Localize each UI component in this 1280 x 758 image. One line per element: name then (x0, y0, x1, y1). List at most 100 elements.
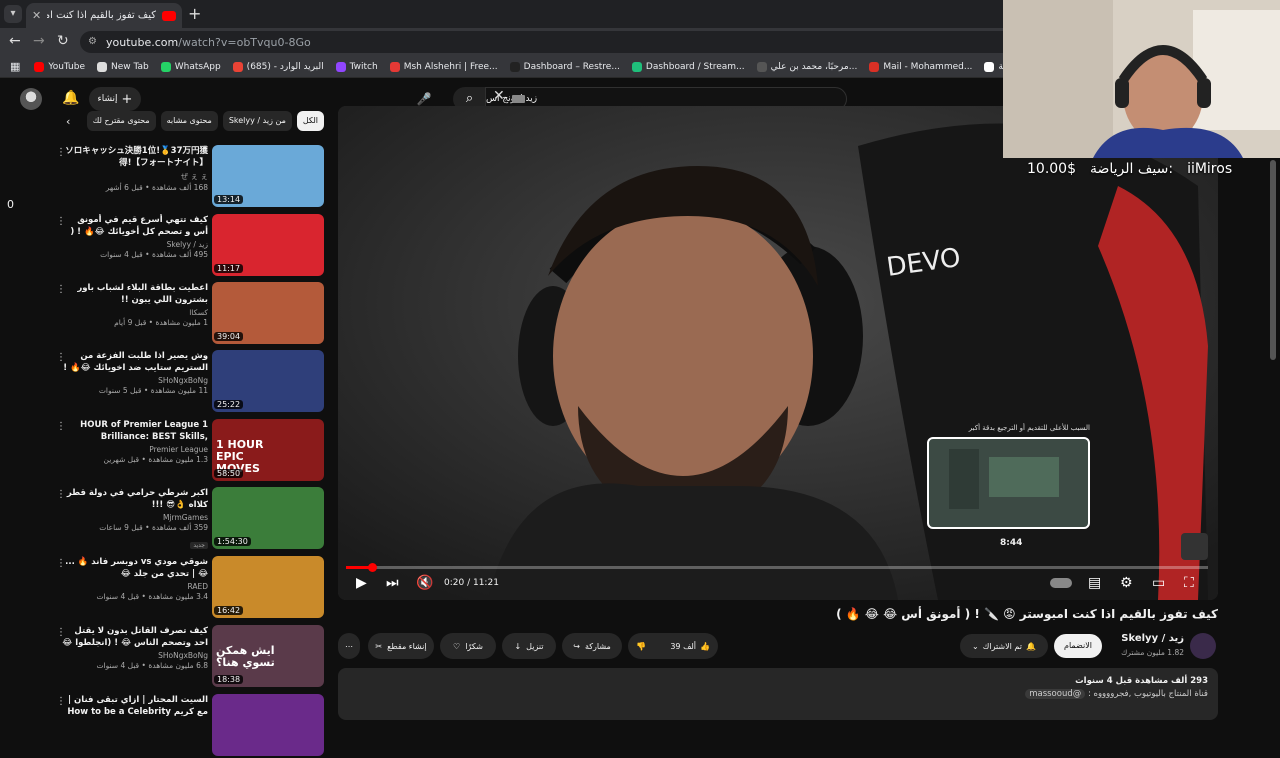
mute-icon[interactable]: 🔇 (416, 575, 433, 591)
fullscreen-icon[interactable]: ⛶ (1184, 575, 1194, 591)
item-menu-icon[interactable]: ⋮ (56, 696, 66, 707)
video-thumbnail[interactable]: 13:14 (212, 145, 324, 207)
notifications-bell-icon[interactable]: 🔔 (62, 90, 79, 106)
account-avatar[interactable] (20, 88, 42, 110)
browser-tab[interactable]: كيف تفوز بالقيم اذا كنت امبوستر ✕ (26, 3, 182, 28)
related-video-item[interactable]: 11:17 كيف تتهي أسرع قيم في أمونق أس و تصح… (56, 214, 324, 278)
channel-name-small: ぜ ぇ ぇ (180, 172, 208, 181)
keyboard-icon[interactable] (512, 95, 525, 103)
more-actions-button[interactable]: ⋯ (338, 633, 360, 659)
related-video-item[interactable]: 25:22 وش يصير اذا طلبت الفزعة من الستريم … (56, 350, 324, 414)
like-button[interactable]: 39 ألف 👍 (670, 642, 710, 651)
related-video-item[interactable]: 16:42 شوقي مودي vs دوبسر فاند 🔥 ... 😂 | ت… (56, 556, 324, 620)
item-menu-icon[interactable]: ⋮ (56, 147, 66, 158)
thanks-label: شكرًا (465, 641, 483, 651)
channel-name-small: زيد / Skelyy (166, 240, 208, 249)
video-title-small: 1 HOUR of Premier League Brilliance: BES… (80, 420, 208, 442)
url-path: /watch?v=obTvqu0-8Go (178, 35, 311, 49)
bookmark-label: Dashboard / Stream... (645, 61, 745, 72)
bookmark-item[interactable]: البريد الوارد - (685) (232, 61, 324, 72)
time-total: 11:21 (472, 578, 499, 588)
donation-amount: 10.00$ (1027, 161, 1076, 177)
filter-chip[interactable]: محتوى مشابه (160, 111, 218, 131)
bookmark-item[interactable]: New Tab (97, 61, 149, 72)
page-scrollbar[interactable] (1270, 160, 1276, 360)
filter-chip[interactable]: الكل (296, 111, 324, 131)
related-video-item[interactable]: 1 HOUR EPIC MOVES58:501 HOUR of Premier … (56, 419, 324, 483)
clear-search-icon[interactable]: ✕ (493, 88, 505, 104)
video-thumbnail[interactable] (212, 694, 324, 756)
video-thumbnail[interactable]: 25:22 (212, 350, 324, 412)
video-duration: 11:17 (214, 264, 244, 273)
video-duration: 58:50 (214, 469, 244, 478)
share-button[interactable]: ↪ مشاركة (562, 633, 622, 659)
reload-icon[interactable]: ↻ (57, 33, 69, 49)
bookmark-item[interactable]: Twitch (335, 61, 378, 72)
thanks-button[interactable]: ♡ شكرًا (440, 633, 496, 659)
apps-grid-icon[interactable]: ▦ (10, 60, 20, 73)
create-button[interactable]: إنشاء + (89, 87, 141, 111)
webcam-overlay (1003, 0, 1280, 158)
video-thumbnail[interactable]: 11:17 (212, 214, 324, 276)
settings-gear-icon[interactable]: ⚙ (1120, 575, 1133, 591)
bookmark-item[interactable]: مرحبًا، محمد بن علي... (756, 61, 857, 72)
item-menu-icon[interactable]: ⋮ (56, 627, 66, 638)
item-menu-icon[interactable]: ⋮ (56, 216, 66, 227)
filter-chips: الكل من زيد / Skelyy محتوى مشابه محتوى مقتر… (84, 111, 324, 133)
bookmark-item[interactable]: Dashboard / Stream... (631, 61, 745, 72)
next-icon[interactable]: ⏭ (386, 575, 399, 591)
related-video-item[interactable]: 1:54:30 اكبر شرطي حرامي في دولة قطر كلااه… (56, 487, 324, 551)
item-menu-icon[interactable]: ⋮ (56, 489, 66, 500)
dislike-icon[interactable]: 👎 (636, 642, 646, 651)
video-title-small: ソロキャッシュ決勝1位!🥇37万円獲得!【フォートナイト】 (65, 146, 208, 168)
seek-preview-thumbnail (927, 437, 1090, 529)
back-icon[interactable]: ← (9, 33, 21, 49)
tab-search-button[interactable]: ▾ (4, 5, 22, 23)
progress-bar[interactable] (346, 566, 1208, 569)
related-video-item[interactable]: السيت المحتار | ازاي تبقى فنان | مع كريم… (56, 694, 324, 758)
related-video-item[interactable]: 13:14 ソロキャッシュ決勝1位!🥇37万円獲得!【フォートナイト】ぜ ぇ ぇ 1… (56, 145, 324, 209)
bookmark-favicon-icon (869, 61, 880, 72)
bookmark-item[interactable]: YouTube (34, 61, 85, 72)
bookmark-item[interactable]: Msh Alshehri | Free... (389, 61, 498, 72)
forward-icon[interactable]: → (33, 33, 45, 49)
video-thumbnail[interactable]: 39:04 (212, 282, 324, 344)
item-menu-icon[interactable]: ⋮ (56, 421, 66, 432)
chips-scroll-left-icon[interactable]: ‹ (66, 115, 70, 128)
theater-mode-icon[interactable]: ▭ (1152, 575, 1165, 591)
description-box[interactable]: 293 ألف مشاهدة قبل 4 سنوات قناة المنتاج … (338, 668, 1218, 720)
related-video-item[interactable]: ايش همكن تسوي هنا؟ 18:38 كيف تصرف القاتل ب… (56, 625, 324, 689)
video-thumbnail[interactable]: 16:42 (212, 556, 324, 618)
channel-handle-link[interactable]: @massooud (1025, 689, 1086, 699)
related-video-item[interactable]: 39:04 اعطيت بطاقة البلاء لشباب باور بشترو… (56, 282, 324, 346)
new-tab-button[interactable]: + (188, 4, 201, 23)
bookmark-label: Twitch (349, 61, 378, 72)
clip-button[interactable]: ✂ إنشاء مقطع (368, 633, 434, 659)
create-label: إنشاء (97, 94, 118, 104)
bookmark-label: البريد الوارد - (685) (246, 61, 324, 72)
bookmark-item[interactable]: Dashboard – Restre... (509, 61, 620, 72)
site-info-icon[interactable]: ⚙ (88, 36, 97, 47)
item-menu-icon[interactable]: ⋮ (56, 352, 66, 363)
channel-watermark[interactable] (1181, 533, 1208, 560)
item-menu-icon[interactable]: ⋮ (56, 284, 66, 295)
progress-scrubber[interactable] (368, 563, 377, 572)
item-menu-icon[interactable]: ⋮ (56, 558, 66, 569)
url-bar[interactable]: youtube.com/watch?v=obTvqu0-8Go (80, 31, 1003, 53)
play-icon[interactable]: ▶ (356, 575, 367, 591)
autoplay-toggle[interactable] (1050, 578, 1072, 588)
subtitles-icon[interactable]: ▤ (1088, 575, 1101, 591)
close-tab-icon[interactable]: ✕ (32, 9, 41, 22)
bookmark-item[interactable]: WhatsApp (160, 61, 221, 72)
filter-chip[interactable]: محتوى مقترح لك (86, 111, 156, 131)
download-button[interactable]: ↓ تنزيل (502, 633, 556, 659)
filter-chip[interactable]: من زيد / Skelyy (222, 111, 292, 131)
video-thumbnail[interactable]: 1:54:30 (212, 487, 324, 549)
bookmark-item[interactable]: Mail - Mohammed... (869, 61, 972, 72)
video-thumbnail[interactable]: ايش همكن تسوي هنا؟ 18:38 (212, 625, 324, 687)
video-meta: كيف تصرف القاتل بدون لا يقتل احد وتصحم ا… (62, 625, 208, 670)
description-line: قناة المنتاج باليوتيوب ,فجرووووه : @mass… (348, 689, 1208, 699)
video-title-small: اعطيت بطاقة البلاء لشباب باور بشترون الل… (77, 283, 208, 305)
video-thumbnail[interactable]: 1 HOUR EPIC MOVES58:50 (212, 419, 324, 481)
plus-icon: + (121, 91, 133, 107)
